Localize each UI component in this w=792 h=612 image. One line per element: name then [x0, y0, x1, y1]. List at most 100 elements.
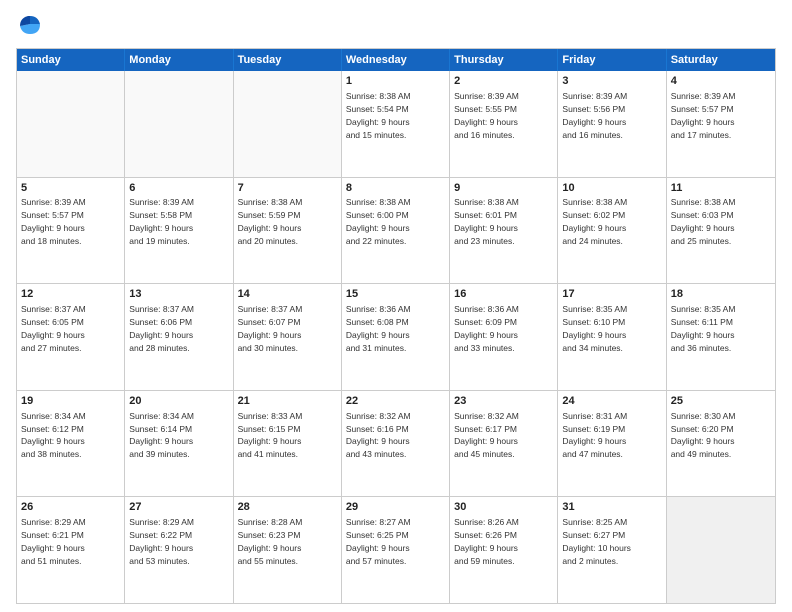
day-number: 15	[346, 287, 445, 302]
day-cell-15: 15 Sunrise: 8:36 AMSunset: 6:08 PMDayligh…	[342, 284, 450, 390]
day-number: 2	[454, 74, 553, 89]
day-info: Sunrise: 8:36 AMSunset: 6:08 PMDaylight:…	[346, 304, 411, 353]
empty-cell-0-2	[234, 71, 342, 177]
day-info: Sunrise: 8:26 AMSunset: 6:26 PMDaylight:…	[454, 517, 519, 566]
day-info: Sunrise: 8:35 AMSunset: 6:10 PMDaylight:…	[562, 304, 627, 353]
day-cell-28: 28 Sunrise: 8:28 AMSunset: 6:23 PMDayligh…	[234, 497, 342, 603]
day-number: 9	[454, 181, 553, 196]
day-number: 17	[562, 287, 661, 302]
day-cell-21: 21Sunrise: 8:33 AMSunset: 6:15 PMDayligh…	[234, 391, 342, 497]
day-number: 14	[238, 287, 337, 302]
weekday-header-tuesday: Tuesday	[234, 49, 342, 71]
day-info: Sunrise: 8:28 AMSunset: 6:23 PMDaylight:…	[238, 517, 303, 566]
day-number: 6	[129, 181, 228, 196]
day-info: Sunrise: 8:39 AMSunset: 5:56 PMDaylight:…	[562, 91, 627, 140]
day-number: 25	[671, 394, 771, 409]
day-cell-11: 11Sunrise: 8:38 AMSunset: 6:03 PMDayligh…	[667, 178, 775, 284]
day-number: 16	[454, 287, 553, 302]
day-number: 10	[562, 181, 661, 196]
calendar-row-1: 1 Sunrise: 8:38 AMSunset: 5:54 PMDaylight…	[17, 71, 775, 177]
day-cell-31: 31 Sunrise: 8:25 AMSunset: 6:27 PMDayligh…	[558, 497, 666, 603]
day-number: 22	[346, 394, 445, 409]
day-info: Sunrise: 8:34 AMSunset: 6:12 PMDaylight:…	[21, 411, 86, 460]
day-cell-25: 25 Sunrise: 8:30 AMSunset: 6:20 PMDayligh…	[667, 391, 775, 497]
day-number: 1	[346, 74, 445, 89]
logo-icon	[16, 12, 44, 40]
calendar-header: SundayMondayTuesdayWednesdayThursdayFrid…	[17, 49, 775, 71]
day-cell-12: 12 Sunrise: 8:37 AMSunset: 6:05 PMDayligh…	[17, 284, 125, 390]
weekday-header-saturday: Saturday	[667, 49, 775, 71]
day-cell-5: 5Sunrise: 8:39 AMSunset: 5:57 PMDaylight…	[17, 178, 125, 284]
day-number: 4	[671, 74, 771, 89]
day-number: 12	[21, 287, 120, 302]
day-number: 5	[21, 181, 120, 196]
page: SundayMondayTuesdayWednesdayThursdayFrid…	[0, 0, 792, 612]
day-number: 21	[238, 394, 337, 409]
weekday-header-friday: Friday	[558, 49, 666, 71]
weekday-header-sunday: Sunday	[17, 49, 125, 71]
day-number: 7	[238, 181, 337, 196]
day-cell-4: 4 Sunrise: 8:39 AMSunset: 5:57 PMDaylight…	[667, 71, 775, 177]
day-info: Sunrise: 8:38 AMSunset: 5:59 PMDaylight:…	[238, 197, 303, 246]
day-info: Sunrise: 8:39 AMSunset: 5:57 PMDaylight:…	[21, 197, 86, 246]
day-info: Sunrise: 8:39 AMSunset: 5:57 PMDaylight:…	[671, 91, 736, 140]
day-info: Sunrise: 8:32 AMSunset: 6:16 PMDaylight:…	[346, 411, 411, 460]
weekday-header-wednesday: Wednesday	[342, 49, 450, 71]
day-info: Sunrise: 8:25 AMSunset: 6:27 PMDaylight:…	[562, 517, 631, 566]
day-number: 27	[129, 500, 228, 515]
empty-cell-0-1	[125, 71, 233, 177]
header	[16, 12, 776, 40]
day-number: 23	[454, 394, 553, 409]
day-cell-18: 18 Sunrise: 8:35 AMSunset: 6:11 PMDayligh…	[667, 284, 775, 390]
day-info: Sunrise: 8:38 AMSunset: 6:03 PMDaylight:…	[671, 197, 736, 246]
day-cell-26: 26 Sunrise: 8:29 AMSunset: 6:21 PMDayligh…	[17, 497, 125, 603]
day-number: 26	[21, 500, 120, 515]
day-cell-22: 22 Sunrise: 8:32 AMSunset: 6:16 PMDayligh…	[342, 391, 450, 497]
day-info: Sunrise: 8:37 AMSunset: 6:05 PMDaylight:…	[21, 304, 86, 353]
day-number: 13	[129, 287, 228, 302]
weekday-header-monday: Monday	[125, 49, 233, 71]
day-info: Sunrise: 8:27 AMSunset: 6:25 PMDaylight:…	[346, 517, 411, 566]
empty-cell-4-6	[667, 497, 775, 603]
calendar-row-2: 5Sunrise: 8:39 AMSunset: 5:57 PMDaylight…	[17, 177, 775, 284]
day-info: Sunrise: 8:29 AMSunset: 6:22 PMDaylight:…	[129, 517, 194, 566]
day-info: Sunrise: 8:37 AMSunset: 6:07 PMDaylight:…	[238, 304, 303, 353]
day-cell-20: 20Sunrise: 8:34 AMSunset: 6:14 PMDayligh…	[125, 391, 233, 497]
day-cell-7: 7Sunrise: 8:38 AMSunset: 5:59 PMDaylight…	[234, 178, 342, 284]
calendar: SundayMondayTuesdayWednesdayThursdayFrid…	[16, 48, 776, 604]
day-number: 29	[346, 500, 445, 515]
day-cell-19: 19Sunrise: 8:34 AMSunset: 6:12 PMDayligh…	[17, 391, 125, 497]
day-cell-24: 24 Sunrise: 8:31 AMSunset: 6:19 PMDayligh…	[558, 391, 666, 497]
day-info: Sunrise: 8:39 AMSunset: 5:58 PMDaylight:…	[129, 197, 194, 246]
day-info: Sunrise: 8:32 AMSunset: 6:17 PMDaylight:…	[454, 411, 519, 460]
day-info: Sunrise: 8:35 AMSunset: 6:11 PMDaylight:…	[671, 304, 736, 353]
day-cell-9: 9Sunrise: 8:38 AMSunset: 6:01 PMDaylight…	[450, 178, 558, 284]
calendar-row-3: 12 Sunrise: 8:37 AMSunset: 6:05 PMDayligh…	[17, 283, 775, 390]
day-cell-2: 2 Sunrise: 8:39 AMSunset: 5:55 PMDaylight…	[450, 71, 558, 177]
day-cell-16: 16 Sunrise: 8:36 AMSunset: 6:09 PMDayligh…	[450, 284, 558, 390]
day-cell-8: 8Sunrise: 8:38 AMSunset: 6:00 PMDaylight…	[342, 178, 450, 284]
day-cell-30: 30 Sunrise: 8:26 AMSunset: 6:26 PMDayligh…	[450, 497, 558, 603]
day-info: Sunrise: 8:31 AMSunset: 6:19 PMDaylight:…	[562, 411, 627, 460]
day-number: 30	[454, 500, 553, 515]
empty-cell-0-0	[17, 71, 125, 177]
day-info: Sunrise: 8:39 AMSunset: 5:55 PMDaylight:…	[454, 91, 519, 140]
day-cell-17: 17 Sunrise: 8:35 AMSunset: 6:10 PMDayligh…	[558, 284, 666, 390]
day-info: Sunrise: 8:30 AMSunset: 6:20 PMDaylight:…	[671, 411, 736, 460]
day-number: 28	[238, 500, 337, 515]
calendar-row-5: 26 Sunrise: 8:29 AMSunset: 6:21 PMDayligh…	[17, 496, 775, 603]
day-info: Sunrise: 8:34 AMSunset: 6:14 PMDaylight:…	[129, 411, 194, 460]
day-info: Sunrise: 8:37 AMSunset: 6:06 PMDaylight:…	[129, 304, 194, 353]
calendar-row-4: 19Sunrise: 8:34 AMSunset: 6:12 PMDayligh…	[17, 390, 775, 497]
day-number: 31	[562, 500, 661, 515]
day-number: 24	[562, 394, 661, 409]
day-cell-27: 27 Sunrise: 8:29 AMSunset: 6:22 PMDayligh…	[125, 497, 233, 603]
weekday-header-thursday: Thursday	[450, 49, 558, 71]
day-info: Sunrise: 8:36 AMSunset: 6:09 PMDaylight:…	[454, 304, 519, 353]
day-info: Sunrise: 8:29 AMSunset: 6:21 PMDaylight:…	[21, 517, 86, 566]
day-number: 11	[671, 181, 771, 196]
logo	[16, 12, 48, 40]
day-cell-6: 6Sunrise: 8:39 AMSunset: 5:58 PMDaylight…	[125, 178, 233, 284]
day-number: 18	[671, 287, 771, 302]
day-info: Sunrise: 8:38 AMSunset: 5:54 PMDaylight:…	[346, 91, 411, 140]
